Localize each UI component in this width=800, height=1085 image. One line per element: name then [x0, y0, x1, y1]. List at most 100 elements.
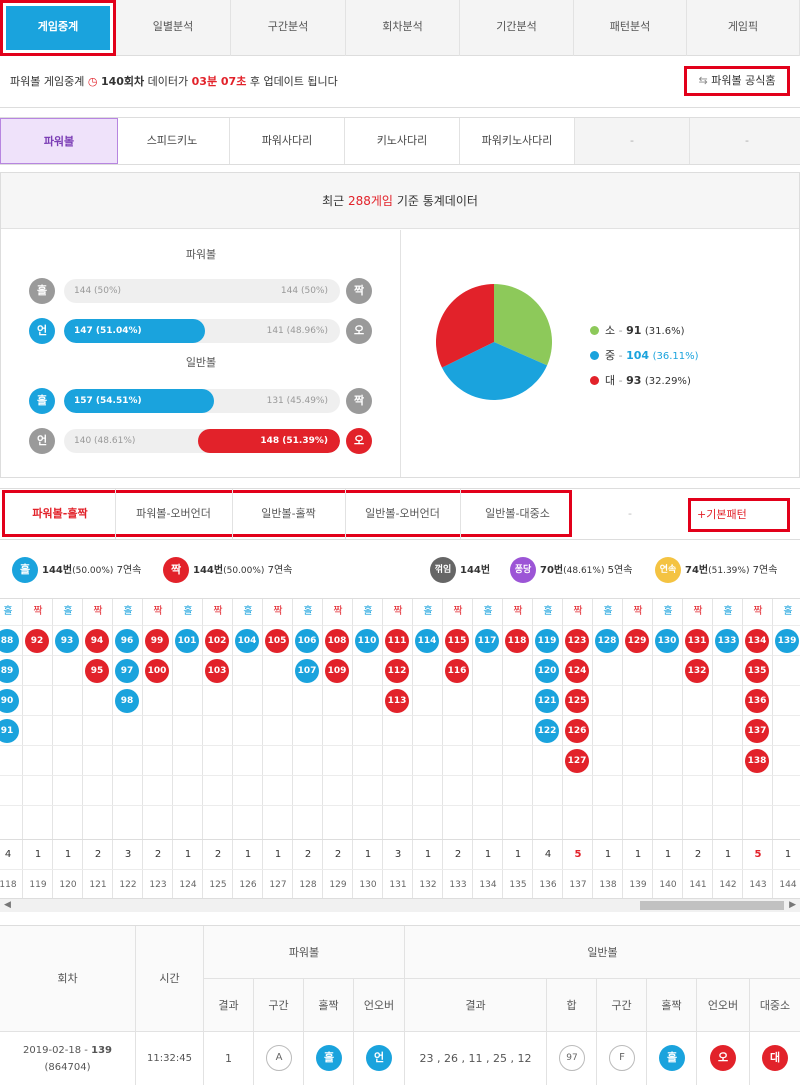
legend-value: 93: [626, 374, 642, 387]
grid-round: 138: [593, 869, 623, 899]
grid-cell: [0, 745, 23, 775]
pattern-tab-2[interactable]: 일반볼-홀짝: [232, 489, 344, 539]
grid-col-header: 짝: [753, 606, 763, 617]
legend-dot-icon: [590, 351, 599, 360]
pattern-tab-4[interactable]: 일반볼-대중소: [460, 489, 574, 539]
stats-header: 최근 288게임 기준 통계데이터: [1, 173, 799, 229]
grid-cell: [593, 745, 623, 775]
grid-column: 짝 92 1 119: [23, 599, 53, 899]
grid-ball: 98: [115, 689, 139, 713]
grid-col-header: 홀: [363, 606, 373, 617]
grid-count: 2: [323, 839, 353, 869]
grid-cell: [713, 775, 743, 805]
nav-tab-1[interactable]: 일별분석: [116, 0, 231, 56]
grid-cell: [593, 805, 623, 835]
grid-cell: [0, 805, 23, 835]
grid-cell: [173, 655, 203, 685]
nav-tab-5[interactable]: 패턴분석: [574, 0, 687, 56]
grid-column: 홀 88 89 90 91 4 118: [0, 599, 23, 899]
grid-cell: 134: [743, 625, 773, 655]
grid-round: 142: [713, 869, 743, 899]
grid-cell: [53, 745, 83, 775]
grid-round: 126: [233, 869, 263, 899]
game-tab-0[interactable]: 파워볼: [0, 118, 118, 164]
pattern-tab-5[interactable]: -: [575, 489, 685, 539]
odd-streak: 7연속: [116, 565, 142, 576]
scroll-right-icon[interactable]: ▶: [789, 900, 796, 910]
game-tab-5[interactable]: -: [575, 118, 690, 164]
powerball-subtitle: 파워볼: [185, 248, 217, 261]
bar-left-badge: 언: [29, 428, 55, 454]
bar-left-badge: 홀: [29, 278, 55, 304]
grid-cell: [233, 805, 263, 835]
game-tab-4[interactable]: 파워키노사다리: [460, 118, 575, 164]
grid-cell: [323, 745, 353, 775]
grid-cell: [353, 655, 383, 685]
nav-tab-2[interactable]: 구간분석: [231, 0, 346, 56]
grid-cell: 103: [203, 655, 233, 685]
th-n-oddeven: 홀짝: [647, 979, 697, 1032]
grid-col-header: 짝: [513, 606, 523, 617]
grid-cell: [143, 805, 173, 835]
scroll-left-icon[interactable]: ◀: [4, 900, 11, 910]
pattern-tab-1[interactable]: 파워볼-오버언더: [115, 489, 231, 539]
nav-tab-6[interactable]: 게임픽: [687, 0, 800, 56]
grid-cell: [503, 715, 533, 745]
grid-round: 144: [773, 869, 800, 899]
grid-cell: 137: [743, 715, 773, 745]
grid-ball: 94: [85, 629, 109, 653]
game-tab-1[interactable]: 스피드키노: [115, 118, 230, 164]
info-time: 03분 07초: [191, 75, 247, 88]
grid-count: 1: [53, 839, 83, 869]
grid-cell: [383, 805, 413, 835]
n-size-badge: 대: [762, 1045, 788, 1071]
grid-cell: [503, 745, 533, 775]
grid-cell: [743, 775, 773, 805]
grid-cell: [113, 715, 143, 745]
grid-cell: 125: [563, 685, 593, 715]
nav-tab-0[interactable]: 게임중계: [0, 0, 116, 56]
stat-left-value: 147 (51.04%): [74, 326, 142, 336]
grid-cell: 118: [503, 625, 533, 655]
td-time: 11:32:45: [136, 1032, 204, 1085]
basic-pattern-button[interactable]: +기본패턴: [688, 498, 790, 532]
grid-col-header: 홀: [123, 606, 133, 617]
grid-ball: 136: [745, 689, 769, 713]
nav-tab-3[interactable]: 회차분석: [346, 0, 460, 56]
grid-ball: 133: [715, 629, 739, 653]
grid-cell: [53, 775, 83, 805]
grid-ball: 129: [625, 629, 649, 653]
grid-col-header: 홀: [483, 606, 493, 617]
pattern-tab-0[interactable]: 파워볼-홀짝: [6, 489, 114, 539]
bar-right-badge: 오: [346, 318, 372, 344]
grid-ball: 95: [85, 659, 109, 683]
legend-dot-icon: [590, 376, 599, 385]
grid-cell: [683, 715, 713, 745]
grid-cell: [23, 655, 53, 685]
stat-bar: 147 (51.04%) 141 (48.96%): [64, 319, 340, 343]
legend-pct: (31.6%): [644, 326, 685, 337]
grid-cell: [113, 805, 143, 835]
td-round: 2019-02-18 - 139 (864704): [0, 1032, 136, 1085]
td-n-section: F: [597, 1032, 647, 1085]
grid-scrollbar[interactable]: ◀ ▶: [0, 898, 800, 912]
td-n-oddeven: 홀: [647, 1032, 697, 1085]
grid-cell: 127: [563, 745, 593, 775]
game-tab-6[interactable]: -: [690, 118, 800, 164]
pattern-tab-3[interactable]: 일반볼-오버언더: [345, 489, 459, 539]
nav-tab-4[interactable]: 기간분석: [460, 0, 574, 56]
grid-cell: [443, 715, 473, 745]
game-tab-2[interactable]: 파워사다리: [230, 118, 345, 164]
stat-right-value: 141 (48.96%): [266, 326, 328, 336]
grid-cell: [323, 805, 353, 835]
td-p-section: A: [254, 1032, 304, 1085]
scroll-thumb[interactable]: [640, 901, 784, 910]
grid-round: 128: [293, 869, 323, 899]
grid-ball: 104: [235, 629, 259, 653]
legend-sep: -: [615, 324, 627, 337]
game-tab-3[interactable]: 키노사다리: [345, 118, 460, 164]
grid-ball: 115: [445, 629, 469, 653]
official-home-button[interactable]: ⇆ 파워볼 공식홈: [684, 66, 790, 96]
game-tabs: 파워볼 스피드키노 파워사다리 키노사다리 파워키노사다리 - -: [0, 117, 800, 165]
stat-bar: 157 (54.51%) 131 (45.49%): [64, 389, 340, 413]
